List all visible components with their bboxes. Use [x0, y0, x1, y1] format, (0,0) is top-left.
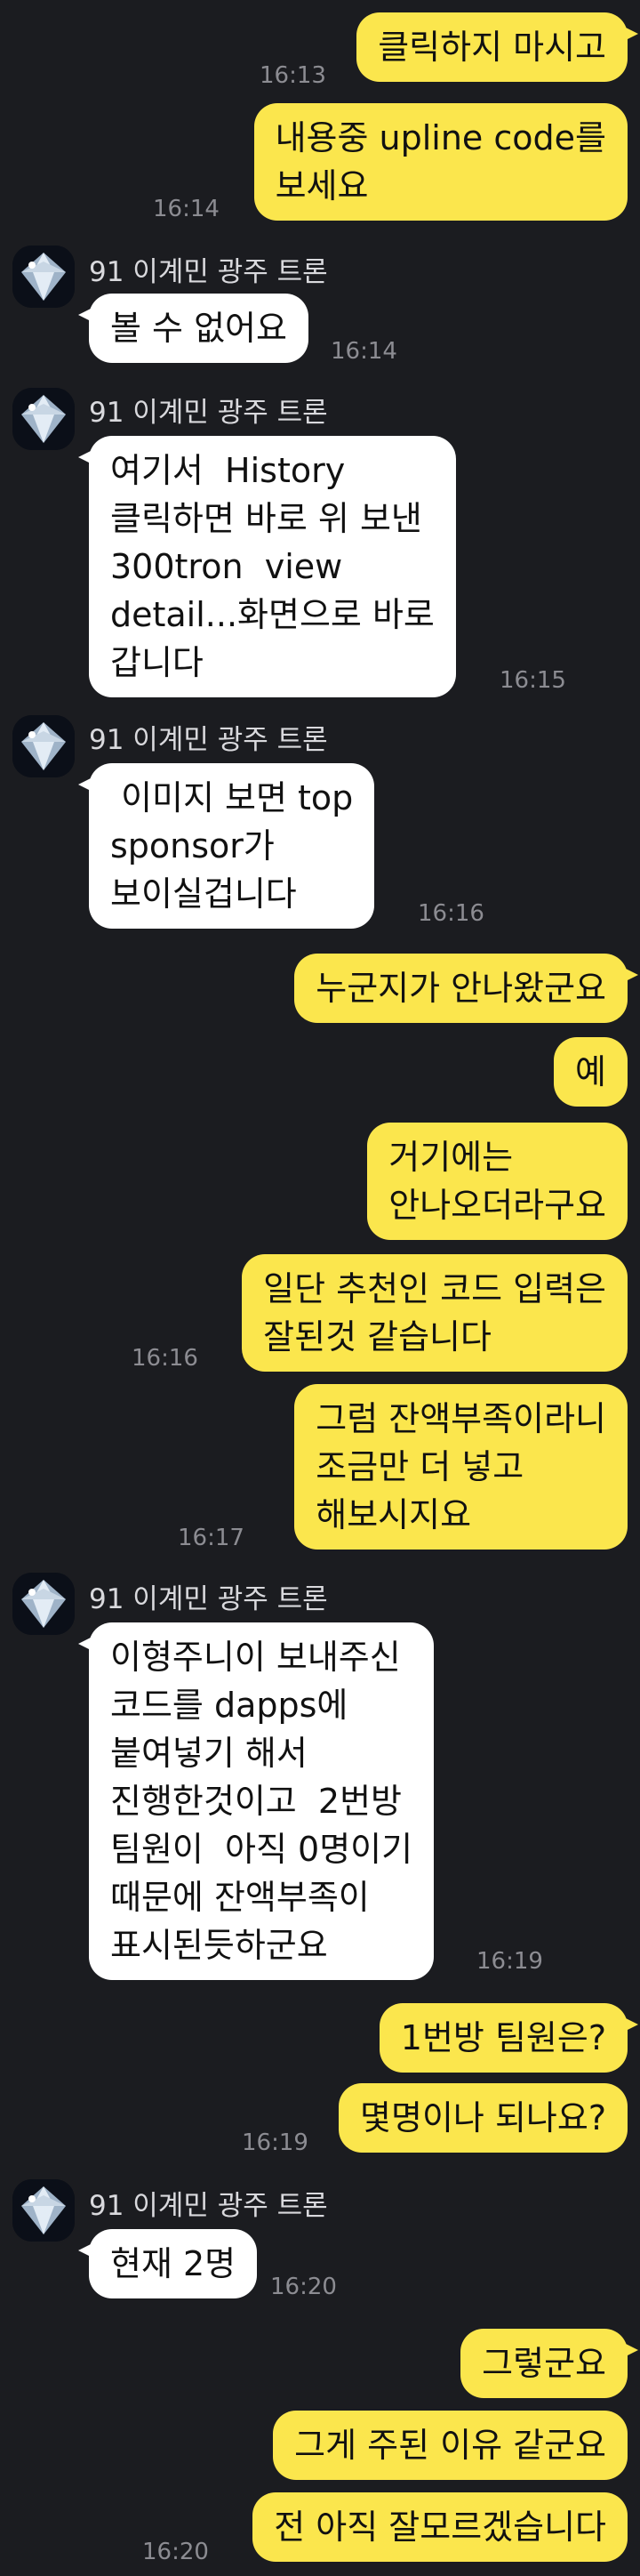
sender-name: 91 이계민 광주 트론	[89, 724, 328, 756]
my-message[interactable]: 몇명이나 되나요?	[339, 2083, 628, 2153]
diamond-avatar-icon	[12, 2179, 75, 2242]
my-message[interactable]: 그게 주된 이유 같군요	[273, 2411, 628, 2480]
my-message[interactable]: 내용중 upline code를 보세요	[253, 103, 628, 221]
diamond-avatar-icon	[12, 715, 75, 777]
diamond-avatar-icon	[12, 388, 75, 450]
message-time: 16:16	[132, 1345, 198, 1372]
my-message[interactable]: 예	[554, 1037, 628, 1107]
my-message[interactable]: 일단 추천인 코드 입력은 잘된것 같습니다	[242, 1254, 628, 1372]
sender-name: 91 이계민 광주 트론	[89, 1583, 328, 1615]
message-time: 16:16	[418, 900, 484, 927]
contact-avatar[interactable]	[12, 246, 75, 308]
message-time: 16:14	[153, 196, 220, 222]
my-message[interactable]: 거기에는 안나오더라구요	[367, 1123, 628, 1240]
their-message[interactable]: 볼 수 없어요	[78, 294, 308, 363]
message-time: 16:17	[178, 1525, 244, 1551]
my-message[interactable]: 1번방 팀원은?	[379, 2003, 639, 2073]
their-message[interactable]: 이미지 보면 top sponsor가 보이실겁니다	[77, 763, 375, 929]
message-time: 16:20	[270, 2274, 337, 2300]
contact-avatar[interactable]	[12, 388, 75, 450]
sender-name: 91 이계민 광주 트론	[89, 256, 328, 288]
my-message[interactable]: 전 아직 잘모르겠습니다	[252, 2492, 628, 2562]
message-time: 16:15	[500, 667, 566, 694]
my-message[interactable]: 클릭하지 마시고	[356, 12, 638, 82]
chat-thread[interactable]: 클릭하지 마시고 16:13 내용중 upline code를 보세요 16:1…	[0, 0, 640, 2576]
message-time: 16:19	[242, 2129, 308, 2156]
sender-name: 91 이계민 광주 트론	[89, 2190, 328, 2222]
their-message[interactable]: 이형주니이 보내주신 코드를 dapps에 붙여넣기 해서 진행한것이고 2번방…	[77, 1622, 435, 1980]
contact-avatar[interactable]	[12, 2179, 75, 2242]
contact-avatar[interactable]	[12, 715, 75, 777]
sender-name: 91 이계민 광주 트론	[89, 397, 328, 429]
message-time: 16:19	[476, 1948, 543, 1975]
my-message[interactable]: 그렇군요	[460, 2329, 638, 2398]
contact-avatar[interactable]	[12, 1573, 75, 1635]
my-message[interactable]: 그럼 잔액부족이라니 조금만 더 넣고 해보시지요	[294, 1384, 628, 1550]
message-time: 16:13	[260, 62, 326, 89]
my-message[interactable]: 누군지가 안나왔군요	[294, 954, 638, 1023]
message-time: 16:20	[142, 2539, 209, 2565]
diamond-avatar-icon	[12, 246, 75, 308]
their-message[interactable]: 현재 2명	[77, 2229, 258, 2298]
their-message[interactable]: 여기서 History 클릭하면 바로 위 보낸 300tron view de…	[78, 436, 456, 697]
message-time: 16:14	[331, 338, 397, 365]
diamond-avatar-icon	[12, 1573, 75, 1635]
